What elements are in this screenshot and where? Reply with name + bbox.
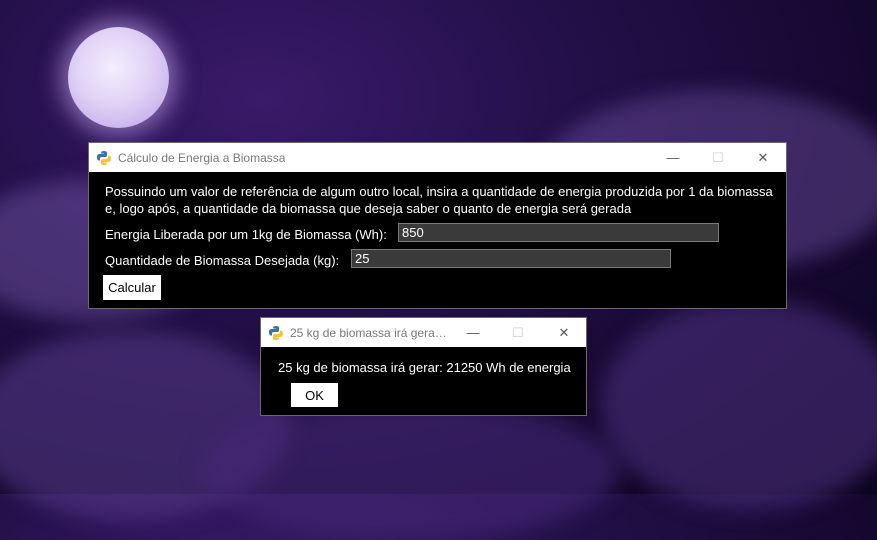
main-titlebar[interactable]: Cálculo de Energia a Biomassa — ☐ ✕ — [89, 143, 786, 172]
energy-label: Energia Liberada por um 1kg de Biomassa … — [105, 227, 387, 242]
energy-input[interactable] — [398, 223, 719, 242]
minimize-icon: — — [466, 325, 480, 340]
main-window-title: Cálculo de Energia a Biomassa — [118, 150, 286, 165]
description-line-2: e, logo após, a quantidade da biomassa q… — [105, 201, 632, 216]
maximize-icon: ☐ — [512, 324, 524, 340]
maximize-button[interactable]: ☐ — [695, 143, 741, 172]
ok-button[interactable]: OK — [291, 383, 338, 407]
dialog-close-button[interactable]: ✕ — [541, 318, 587, 347]
quantity-label: Quantidade de Biomassa Desejada (kg): — [105, 253, 340, 268]
dialog-titlebar[interactable]: 25 kg de biomassa irá gerar: ... — ☐ ✕ — [261, 318, 586, 347]
result-message: 25 kg de biomassa irá gerar: 21250 Wh de… — [278, 360, 571, 375]
python-icon — [97, 150, 111, 165]
close-button[interactable]: ✕ — [740, 143, 786, 172]
result-dialog: 25 kg de biomassa irá gerar: ... — ☐ ✕ 2… — [260, 317, 587, 416]
close-icon: ✕ — [757, 149, 769, 165]
quantity-input[interactable] — [351, 249, 671, 268]
close-icon: ✕ — [558, 324, 570, 340]
minimize-icon: — — [666, 150, 680, 165]
dialog-maximize-button[interactable]: ☐ — [495, 318, 541, 347]
minimize-button[interactable]: — — [650, 143, 696, 172]
cloud — [600, 300, 877, 510]
dialog-title: 25 kg de biomassa irá gerar: ... — [290, 325, 450, 340]
cloud — [200, 400, 620, 540]
calculate-button[interactable]: Calcular — [103, 275, 161, 300]
description-line-1: Possuindo um valor de referência de algu… — [105, 184, 773, 199]
python-icon — [269, 325, 283, 340]
dialog-minimize-button[interactable]: — — [450, 318, 496, 347]
main-window: Cálculo de Energia a Biomassa — ☐ ✕ Poss… — [88, 142, 787, 309]
moon — [68, 27, 169, 128]
maximize-icon: ☐ — [712, 149, 724, 165]
